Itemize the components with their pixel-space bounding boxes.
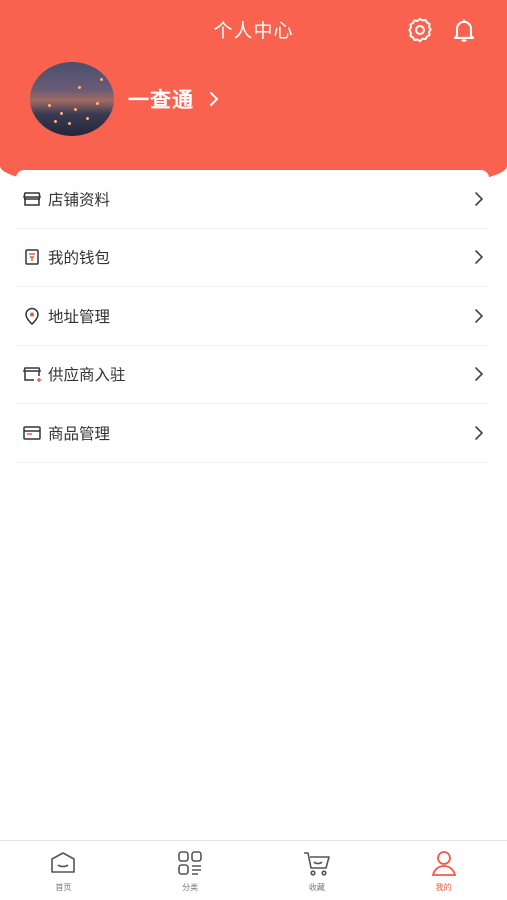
goods-icon: [23, 426, 41, 440]
tab-label: 首页: [55, 883, 72, 892]
chevron-right-icon[interactable]: [208, 90, 220, 108]
avatar[interactable]: [30, 62, 114, 136]
menu-item-supplier[interactable]: 供应商入驻: [16, 346, 489, 404]
bell-icon[interactable]: [450, 16, 478, 44]
gear-icon[interactable]: [406, 16, 434, 44]
menu-item-address[interactable]: 地址管理: [16, 287, 489, 346]
tab-category[interactable]: 分类: [127, 841, 254, 900]
cart-icon: [303, 852, 330, 876]
menu-item-label: 店铺资料: [48, 190, 111, 209]
menu-item-label: 供应商入驻: [48, 366, 126, 385]
menu-item-store-info[interactable]: 店铺资料: [16, 170, 489, 229]
home-icon: [51, 852, 76, 873]
tab-home[interactable]: 首页: [0, 841, 127, 900]
tab-mine[interactable]: 我的: [380, 841, 507, 900]
chevron-right-icon: [475, 425, 484, 440]
wallet-icon: [25, 249, 39, 265]
menu-list: 店铺资料 我的钱包 地址管理 供应商入驻 商品管理: [16, 170, 489, 463]
location-pin-icon: [25, 307, 39, 325]
tab-label: 收藏: [308, 883, 325, 892]
category-icon: [178, 851, 202, 875]
menu-item-label: 商品管理: [48, 424, 111, 443]
profile-row[interactable]: 一查通: [30, 62, 220, 136]
supplier-icon: [22, 367, 42, 383]
profile-header: 个人中心 一查通: [0, 0, 507, 196]
chevron-right-icon: [475, 191, 484, 206]
menu-item-wallet[interactable]: 我的钱包: [16, 229, 489, 287]
chevron-right-icon: [475, 250, 484, 265]
tab-label: 分类: [182, 883, 199, 892]
username[interactable]: 一查通: [128, 84, 194, 114]
menu-item-label: 地址管理: [48, 307, 111, 326]
chevron-right-icon: [475, 308, 484, 323]
tab-favorites[interactable]: 收藏: [254, 841, 381, 900]
menu-item-label: 我的钱包: [48, 249, 111, 268]
tab-label: 我的: [435, 883, 452, 892]
menu-item-goods[interactable]: 商品管理: [16, 404, 489, 463]
user-icon: [431, 851, 456, 876]
bottom-tab-bar: 首页 分类 收藏 我的: [0, 840, 507, 900]
chevron-right-icon: [475, 367, 484, 382]
store-icon: [23, 192, 41, 206]
